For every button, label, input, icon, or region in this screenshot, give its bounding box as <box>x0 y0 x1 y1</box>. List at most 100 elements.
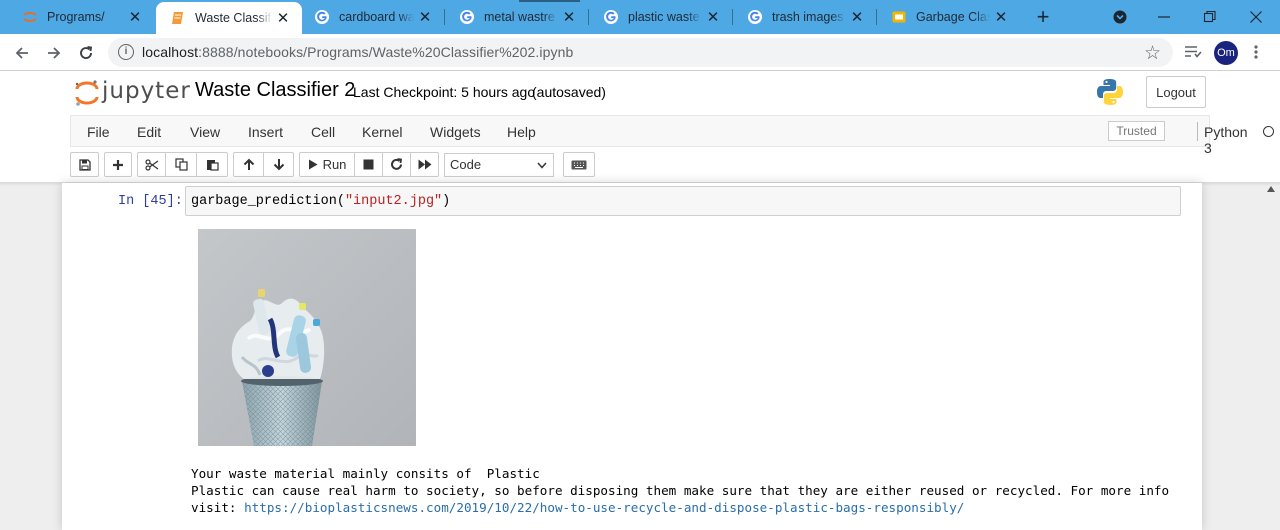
save-button[interactable] <box>70 152 99 177</box>
info-icon[interactable]: i <box>118 44 134 60</box>
profile-avatar[interactable]: Om <box>1214 41 1238 65</box>
play-icon <box>308 159 318 170</box>
notebook-title[interactable]: Waste Classifier 2 <box>195 79 355 102</box>
menu-widgets[interactable]: Widgets <box>430 124 481 140</box>
cell-type-select[interactable]: Code <box>444 153 554 177</box>
scrollbar-up-arrow[interactable] <box>1267 186 1275 192</box>
copy-button[interactable] <box>165 152 197 177</box>
back-button[interactable] <box>10 41 34 65</box>
logout-button[interactable]: Logout <box>1146 76 1206 108</box>
menu-cell[interactable]: Cell <box>311 124 335 140</box>
google-icon <box>460 10 474 24</box>
menu-edit[interactable]: Edit <box>137 124 161 140</box>
arrow-up-icon <box>243 158 254 170</box>
menu-bar: File Edit View Insert Cell Kernel Widget… <box>70 115 1274 156</box>
browser-toolbar: i localhost:8888/notebooks/Programs/Wast… <box>0 34 1280 71</box>
tab-title: Waste Classifier 2 - Jupyter Notebook <box>195 11 272 25</box>
checkpoint-status: Last Checkpoint: 5 hours ago <box>353 84 536 100</box>
output-text: Your waste material mainly consits of Pl… <box>191 465 1181 516</box>
tab-title: plastic waste - Google Search <box>628 10 702 24</box>
arrow-down-icon <box>273 159 284 171</box>
menu-view[interactable]: View <box>190 124 220 140</box>
interrupt-button[interactable] <box>354 152 383 177</box>
restore-icon[interactable] <box>1203 10 1217 24</box>
output-image <box>198 229 416 446</box>
tab-garbage-slides[interactable]: Garbage Classification ✕ <box>877 0 1020 34</box>
python-logo-icon <box>1097 79 1123 105</box>
tab-metal-search[interactable]: metal wastre - Google Search ✕ <box>445 0 588 34</box>
paste-button[interactable] <box>196 152 228 177</box>
cut-button[interactable] <box>137 152 166 177</box>
more-options-icon[interactable] <box>1253 44 1259 60</box>
window-close-icon[interactable] <box>1249 10 1263 24</box>
restart-run-all-button[interactable] <box>410 152 439 177</box>
slides-icon <box>892 11 906 23</box>
forward-button[interactable] <box>42 41 66 65</box>
tab-cardboard-search[interactable]: cardboard waste - Google Search ✕ <box>300 0 444 34</box>
prediction-line: Your waste material mainly consits of Pl… <box>191 466 540 481</box>
close-icon[interactable]: ✕ <box>272 9 294 27</box>
bookmark-star-icon[interactable]: ☆ <box>1144 42 1161 65</box>
kernel-idle-indicator <box>1263 126 1274 137</box>
code-function: garbage_prediction( <box>191 194 345 209</box>
tab-title: trash images - Google Search <box>772 10 846 24</box>
tab-waste-classifier[interactable]: Waste Classifier 2 - Jupyter Notebook ✕ <box>156 2 302 34</box>
plus-icon <box>113 159 123 170</box>
notebook-icon <box>172 12 183 24</box>
google-icon <box>315 10 329 24</box>
move-down-button[interactable] <box>263 152 294 177</box>
info-link[interactable]: https://bioplasticsnews.com/2019/10/22/h… <box>244 500 964 515</box>
close-icon[interactable]: ✕ <box>124 8 146 26</box>
move-up-button[interactable] <box>233 152 264 177</box>
kernel-name[interactable]: Python 3 <box>1204 124 1248 156</box>
tab-trash-search[interactable]: trash images - Google Search ✕ <box>733 0 876 34</box>
google-icon <box>604 10 618 24</box>
menu-kernel[interactable]: Kernel <box>362 124 402 140</box>
code-line[interactable]: garbage_prediction("input2.jpg") <box>191 194 450 209</box>
run-label: Run <box>322 157 347 172</box>
keyboard-icon <box>571 160 587 169</box>
jupyter-logo-icon[interactable] <box>74 79 100 107</box>
close-icon[interactable]: ✕ <box>702 8 724 26</box>
tab-title: Garbage Classification <box>916 10 990 24</box>
run-button[interactable]: Run <box>299 152 355 177</box>
close-icon[interactable]: ✕ <box>558 8 580 26</box>
tab-title: Programs/ <box>47 10 105 24</box>
autosave-status: (autosaved) <box>532 84 606 100</box>
tab-search-icon[interactable] <box>1113 10 1127 24</box>
stop-icon <box>363 159 374 170</box>
tab-title: cardboard waste - Google Search <box>339 10 414 24</box>
command-palette-button[interactable] <box>563 152 595 177</box>
reload-button[interactable] <box>74 41 98 65</box>
close-icon[interactable]: ✕ <box>414 8 436 26</box>
chevron-down-icon <box>537 162 547 169</box>
close-icon[interactable]: ✕ <box>990 8 1012 26</box>
menu-file[interactable]: File <box>87 124 110 140</box>
fast-forward-icon <box>418 159 431 170</box>
restart-button[interactable] <box>382 152 411 177</box>
jupyter-header: jupyter Waste Classifier 2 Last Checkpoi… <box>0 71 1280 115</box>
code-cell-editor[interactable]: garbage_prediction("input2.jpg") <box>185 186 1181 216</box>
new-tab-button[interactable]: + <box>1031 4 1055 30</box>
trusted-badge[interactable]: Trusted <box>1108 121 1165 141</box>
code-paren: ) <box>442 194 451 209</box>
url-text[interactable]: localhost:8888/notebooks/Programs/Waste%… <box>142 44 573 60</box>
scissors-icon <box>144 158 158 171</box>
reading-list-icon[interactable] <box>1184 44 1202 60</box>
minimize-icon[interactable] <box>1157 11 1171 23</box>
close-icon[interactable]: ✕ <box>846 8 868 26</box>
code-string: "input2.jpg" <box>344 194 443 209</box>
tab-title: metal wastre - Google Search <box>484 10 558 24</box>
jupyter-icon <box>23 12 37 22</box>
jupyter-wordmark[interactable]: jupyter <box>102 78 191 104</box>
insert-cell-button[interactable] <box>104 152 132 177</box>
tab-programs[interactable]: Programs/ ✕ <box>8 0 154 34</box>
url-path: :8888/notebooks/Programs/Waste%20Classif… <box>198 44 574 60</box>
notebook-container: In [45]: garbage_prediction("input2.jpg"… <box>62 183 1202 530</box>
tab-plastic-search[interactable]: plastic waste - Google Search ✕ <box>589 0 732 34</box>
arrow-left-icon <box>15 47 28 59</box>
address-bar[interactable]: i localhost:8888/notebooks/Programs/Wast… <box>108 38 1173 67</box>
menu-help[interactable]: Help <box>507 124 536 140</box>
menu-insert[interactable]: Insert <box>248 124 283 140</box>
jupyter-menu-area: File Edit View Insert Cell Kernel Widget… <box>0 115 1280 183</box>
